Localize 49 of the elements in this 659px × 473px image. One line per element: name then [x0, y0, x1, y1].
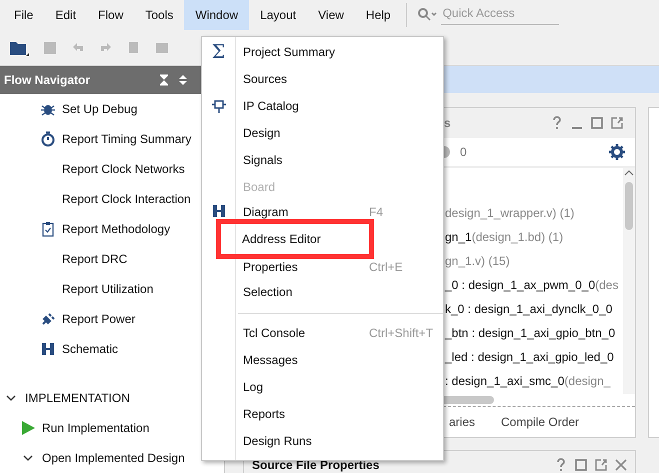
nav-item[interactable]: Report Methodology [62, 222, 170, 236]
menu-item[interactable]: Sources [202, 65, 443, 92]
menu-item[interactable]: View [307, 0, 355, 30]
nav-item[interactable]: Open Implemented Design [42, 450, 185, 465]
nav-item[interactable]: Report Clock Interaction [62, 192, 191, 206]
menu-item[interactable]: Window [184, 0, 250, 30]
nav-item[interactable]: Report Timing Summary [62, 132, 192, 146]
menu-item[interactable]: Diagram F4 [202, 200, 443, 219]
menu-item[interactable]: File [3, 0, 44, 30]
menu-item[interactable]: Log [202, 373, 443, 400]
panel-tab[interactable]: aries [449, 415, 476, 429]
menu-item[interactable]: IP Catalog [202, 92, 443, 119]
panel-title: Source File Properties [252, 458, 380, 472]
menu-item[interactable]: Flow [87, 0, 134, 30]
nav-item[interactable]: Report DRC [62, 252, 128, 266]
menu-item[interactable]: Design [202, 119, 443, 146]
tree-item[interactable]: : design_1_axi_smc_0(design_ [445, 369, 623, 393]
tree-item[interactable]: k_0 : design_1_axi_dynclk_0_0 [445, 297, 623, 321]
sigma-icon: Σ [202, 40, 235, 62]
nav-item[interactable]: Set Up Debug [62, 102, 138, 116]
menu-item[interactable]: Signals [202, 146, 443, 173]
tree-item[interactable]: _0 : design_1_ax_pwm_0_0(des [445, 273, 623, 297]
tree-item[interactable]: gn_1.v) (15) [445, 249, 623, 273]
menu-item[interactable]: Help [354, 0, 402, 30]
panel-tab[interactable]: Compile Order [501, 415, 580, 429]
tree-item[interactable]: _led : design_1_axi_gpio_led_0 [445, 345, 623, 369]
section-title[interactable]: IMPLEMENTATION [25, 390, 130, 405]
menu-item[interactable]: Tcl Console Ctrl+Shift+T [202, 319, 443, 346]
nav-item[interactable]: Report Utilization [62, 282, 154, 296]
nav-item[interactable]: Report Power [62, 312, 136, 326]
count-label: 0 [460, 145, 467, 159]
menu-item[interactable]: Properties Ctrl+E [202, 259, 443, 278]
quick-access-field[interactable]: Quick Access [440, 2, 559, 24]
tree-item[interactable]: _btn : design_1_axi_gpio_btn_0 [445, 321, 623, 345]
panel-title: Flow Navigator [4, 73, 90, 87]
menu-item[interactable]: Design Runs [202, 427, 443, 454]
menu-item[interactable]: Messages [202, 346, 443, 373]
menu-item[interactable]: Selection [202, 278, 443, 305]
menu-item[interactable]: Layout [249, 0, 308, 30]
nav-item[interactable]: Run Implementation [42, 420, 150, 435]
menu-item[interactable]: Edit [44, 0, 88, 30]
menu-item[interactable]: Reports [202, 400, 443, 427]
nav-item[interactable]: Report Clock Networks [62, 162, 185, 176]
menu-item[interactable]: Address Editor [216, 219, 374, 259]
tree-item[interactable]: gn_1(design_1.bd) (1) [445, 225, 623, 249]
tree-item[interactable]: design_1_wrapper.v) (1) [445, 201, 623, 225]
menu-item[interactable]: Σ Project Summary [202, 38, 443, 65]
nav-item[interactable]: Schematic [62, 342, 118, 356]
menu-item[interactable]: Tools [134, 0, 184, 30]
